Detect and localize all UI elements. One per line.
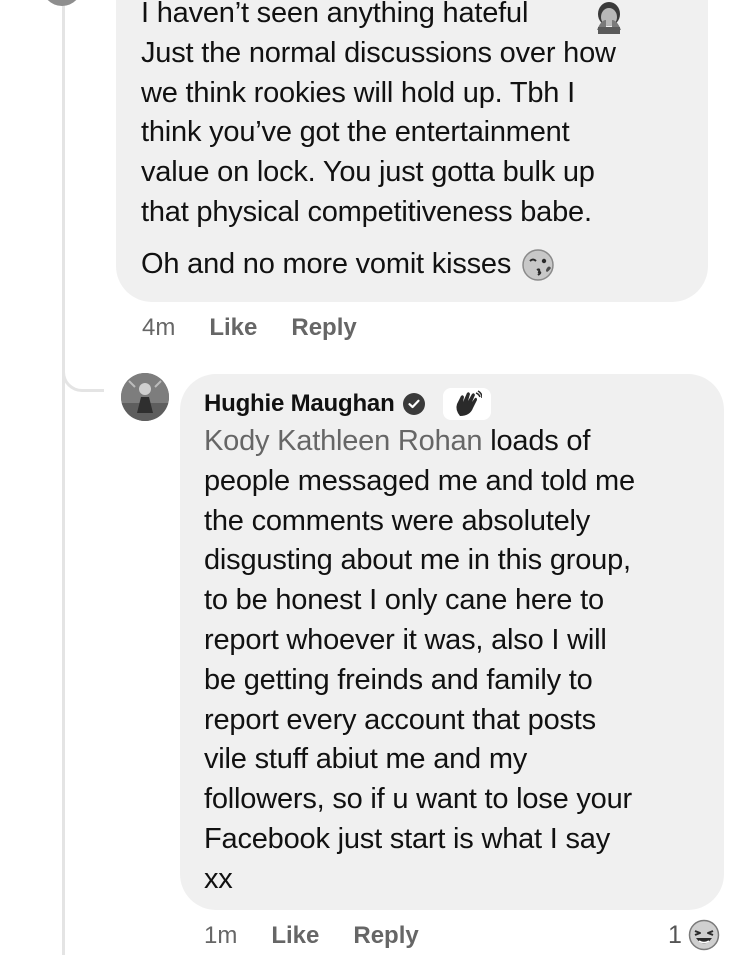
comment-actions: 4m Like Reply (142, 312, 357, 344)
like-button[interactable]: Like (271, 922, 319, 950)
author-name[interactable]: Hughie Maughan (204, 390, 395, 418)
comment-line: to be honest I only cane here to (204, 584, 604, 617)
comment-line: report whoever it was, also I will (204, 623, 607, 656)
comment-line: Facebook just start is what I say (204, 822, 611, 855)
reply-connector-line (62, 330, 104, 392)
comment-line: followers, so if u want to lose your (204, 783, 632, 816)
comment-text: I haven’t seen anything hateful Just the… (141, 0, 616, 233)
comment-timestamp: 1m (204, 922, 238, 949)
comment-timestamp: 4m (142, 314, 176, 341)
verified-check-icon (402, 393, 425, 415)
comment-text-second: Oh and no more vomit kisses (141, 245, 555, 285)
reaction-count: 1 (668, 920, 682, 949)
mention-link[interactable]: Kody Kathleen Rohan (204, 425, 483, 457)
comment-line: loads of (482, 425, 591, 457)
comment-line: think you’ve got the entertainment (141, 116, 570, 149)
comment-line: value on lock. You just gotta bulk up (141, 156, 595, 189)
reply-button[interactable]: Reply (353, 922, 418, 950)
like-button[interactable]: Like (209, 314, 257, 342)
waving-hand-icon (442, 388, 491, 420)
kissing-wink-emoji-icon (522, 249, 554, 282)
comment-line: be getting freinds and family to (204, 663, 593, 696)
comment-line: people messaged me and told me (204, 464, 635, 497)
thread-line (62, 0, 65, 955)
comment-line: report every account that posts (204, 703, 596, 736)
avatar-image (121, 373, 169, 421)
previous-commenter-avatar[interactable] (42, 0, 82, 6)
comment-line: xx (204, 862, 233, 895)
facepalm-emoji-icon (597, 2, 621, 34)
comment-text: Kody Kathleen Rohan loads of people mess… (204, 422, 635, 900)
comment-author-row: Hughie Maughan (204, 388, 491, 420)
comment-line: we think rookies will hold up. Tbh I (141, 76, 575, 109)
comment-line: Oh and no more vomit kisses (141, 248, 512, 280)
comment-line: vile stuff abiut me and my (204, 743, 528, 776)
reaction-summary[interactable]: 1 (668, 918, 720, 952)
comment-line: Just the normal discussions over how (141, 36, 616, 69)
avatar[interactable] (121, 373, 169, 421)
comment-actions: 1m Like Reply (204, 920, 419, 952)
laughing-emoji-icon (688, 919, 720, 951)
reply-button[interactable]: Reply (291, 314, 356, 342)
comment-line: that physical competitiveness babe. (141, 195, 592, 228)
comment-line: the comments were absolutely (204, 504, 591, 537)
comment-line: I haven’t seen anything hateful (141, 0, 529, 29)
comment-line: disgusting about me in this group, (204, 544, 631, 577)
